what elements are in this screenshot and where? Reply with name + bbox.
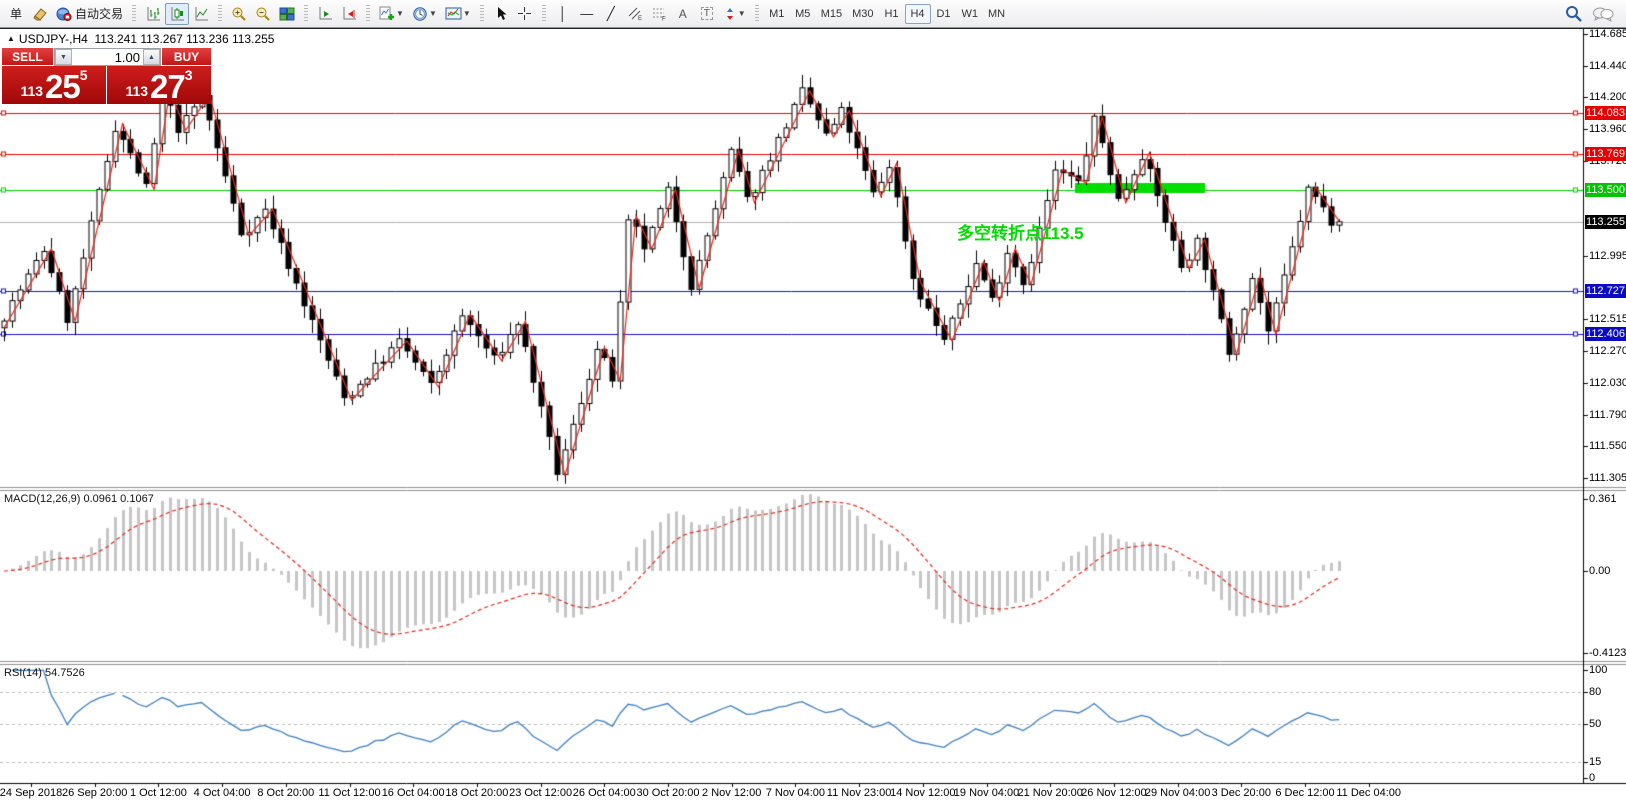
toolbar-separator bbox=[479, 4, 484, 23]
vertical-line-button[interactable]: │ bbox=[551, 3, 575, 25]
new-order-button[interactable]: 单 bbox=[4, 3, 28, 25]
new-order-label: 单 bbox=[9, 7, 22, 21]
one-click-trading-panel: SELL ▼ ▲ BUY 113 25 5 113 27 3 bbox=[2, 48, 211, 104]
volume-stepper: ▼ ▲ bbox=[54, 48, 161, 66]
timeframe-M30[interactable]: M30 bbox=[847, 4, 878, 24]
chart-shift-button[interactable] bbox=[337, 3, 361, 25]
toolbar-separator bbox=[132, 4, 137, 23]
cursor-button[interactable] bbox=[489, 3, 513, 25]
text-label-button[interactable]: T bbox=[695, 3, 719, 25]
chart-window: ▲ USDJPY-,H4 113.241 113.267 113.236 113.… bbox=[0, 28, 1626, 807]
autotrade-label: 自动交易 bbox=[75, 7, 124, 21]
sell-price-prefix: 113 bbox=[20, 83, 44, 99]
svg-text:F: F bbox=[662, 17, 666, 22]
chevron-down-icon: ▼ bbox=[396, 9, 404, 18]
chat-icon[interactable] bbox=[1592, 6, 1614, 22]
zoom-in-icon bbox=[232, 7, 246, 21]
candlestick-chart-icon bbox=[171, 7, 184, 21]
timeframe-M15[interactable]: M15 bbox=[816, 4, 847, 24]
sell-price-display[interactable]: 113 25 5 bbox=[2, 66, 106, 104]
periods-button[interactable]: ▼ bbox=[408, 3, 441, 25]
timeframe-MN[interactable]: MN bbox=[983, 4, 1010, 24]
candlestick-chart-button[interactable] bbox=[165, 2, 190, 25]
chevron-down-icon: ▼ bbox=[428, 9, 437, 18]
autotrade-button[interactable]: 自动交易 bbox=[52, 3, 127, 25]
line-chart-icon bbox=[195, 7, 208, 21]
toolbar-right bbox=[1565, 5, 1622, 22]
eraser-icon[interactable] bbox=[28, 3, 52, 25]
toolbar-separator bbox=[754, 4, 759, 23]
toolbar-separator bbox=[218, 4, 223, 23]
chevron-down-icon: ▼ bbox=[737, 9, 746, 18]
main-toolbar: 单 自动交易 ▼ ▼ ▼ │ — ╱ E F A T ▼ M1 M5 M15 M… bbox=[0, 0, 1626, 28]
mt4-window: 单 自动交易 ▼ ▼ ▼ │ — ╱ E F A T ▼ M1 M5 M15 M… bbox=[0, 0, 1626, 807]
periods-icon bbox=[413, 6, 427, 21]
templates-button[interactable]: ▼ bbox=[441, 3, 475, 25]
volume-increase-button[interactable]: ▲ bbox=[143, 49, 160, 65]
bar-chart-icon bbox=[147, 7, 160, 21]
cursor-icon bbox=[497, 7, 507, 20]
auto-scroll-icon bbox=[319, 7, 332, 20]
crosshair-icon bbox=[518, 7, 532, 20]
horizontal-line-button[interactable]: — bbox=[575, 3, 599, 25]
buy-price-sup: 3 bbox=[184, 67, 193, 83]
autotrade-icon bbox=[56, 7, 72, 21]
zoom-in-button[interactable] bbox=[227, 3, 251, 25]
templates-icon bbox=[445, 7, 462, 20]
zoom-out-button[interactable] bbox=[251, 3, 275, 25]
zoom-out-icon bbox=[256, 7, 270, 21]
trendline-button[interactable]: ╱ bbox=[599, 3, 623, 25]
svg-text:E: E bbox=[638, 16, 642, 21]
channel-icon: E bbox=[628, 7, 642, 21]
sell-button[interactable]: SELL bbox=[2, 48, 53, 66]
tile-windows-icon bbox=[279, 7, 295, 20]
trendline-icon: ╱ bbox=[606, 6, 615, 21]
sell-price-big: 25 bbox=[45, 68, 81, 105]
volume-input[interactable] bbox=[72, 49, 143, 65]
chart-shift-icon bbox=[343, 7, 356, 20]
indicators-icon bbox=[379, 6, 395, 20]
sell-price-sup: 5 bbox=[79, 67, 88, 83]
fibonacci-button[interactable]: F bbox=[647, 3, 671, 25]
arrows-button[interactable]: ▼ bbox=[719, 3, 750, 25]
buy-price-big: 27 bbox=[150, 68, 186, 105]
volume-decrease-button[interactable]: ▼ bbox=[55, 49, 72, 65]
crosshair-button[interactable] bbox=[513, 3, 537, 25]
timeframe-group: M1 M5 M15 M30 H1 H4 D1 W1 MN bbox=[764, 3, 1010, 24]
timeframe-W1[interactable]: W1 bbox=[957, 4, 984, 24]
buy-button[interactable]: BUY bbox=[162, 48, 211, 66]
fibonacci-icon: F bbox=[652, 8, 666, 22]
toolbar-separator bbox=[541, 4, 546, 23]
eraser-icon bbox=[33, 7, 47, 21]
timeframe-M5[interactable]: M5 bbox=[790, 4, 816, 24]
bar-chart-button[interactable] bbox=[141, 3, 165, 25]
tile-windows-button[interactable] bbox=[275, 3, 299, 25]
timeframe-M1[interactable]: M1 bbox=[764, 4, 790, 24]
timeframe-H1[interactable]: H1 bbox=[879, 4, 905, 24]
arrows-icon bbox=[726, 7, 733, 20]
toolbar-separator bbox=[304, 4, 309, 23]
timeframe-H4[interactable]: H4 bbox=[904, 3, 931, 24]
text-button[interactable]: A bbox=[671, 3, 695, 25]
search-icon[interactable] bbox=[1565, 5, 1582, 22]
chevron-down-icon: ▼ bbox=[462, 9, 471, 18]
toolbar-separator bbox=[366, 4, 371, 23]
buy-price-prefix: 113 bbox=[125, 83, 149, 99]
indicators-button[interactable]: ▼ bbox=[375, 3, 408, 25]
timeframe-D1[interactable]: D1 bbox=[931, 4, 957, 24]
text-icon: A bbox=[678, 6, 687, 21]
horizontal-line-icon: — bbox=[580, 6, 594, 21]
vertical-line-icon: │ bbox=[558, 6, 567, 21]
buy-price-display[interactable]: 113 27 3 bbox=[107, 66, 211, 104]
line-chart-button[interactable] bbox=[189, 3, 213, 25]
text-label-icon: T bbox=[700, 7, 713, 20]
channel-button[interactable]: E bbox=[623, 3, 647, 25]
auto-scroll-button[interactable] bbox=[313, 3, 337, 25]
chart-canvas[interactable] bbox=[0, 29, 1626, 807]
